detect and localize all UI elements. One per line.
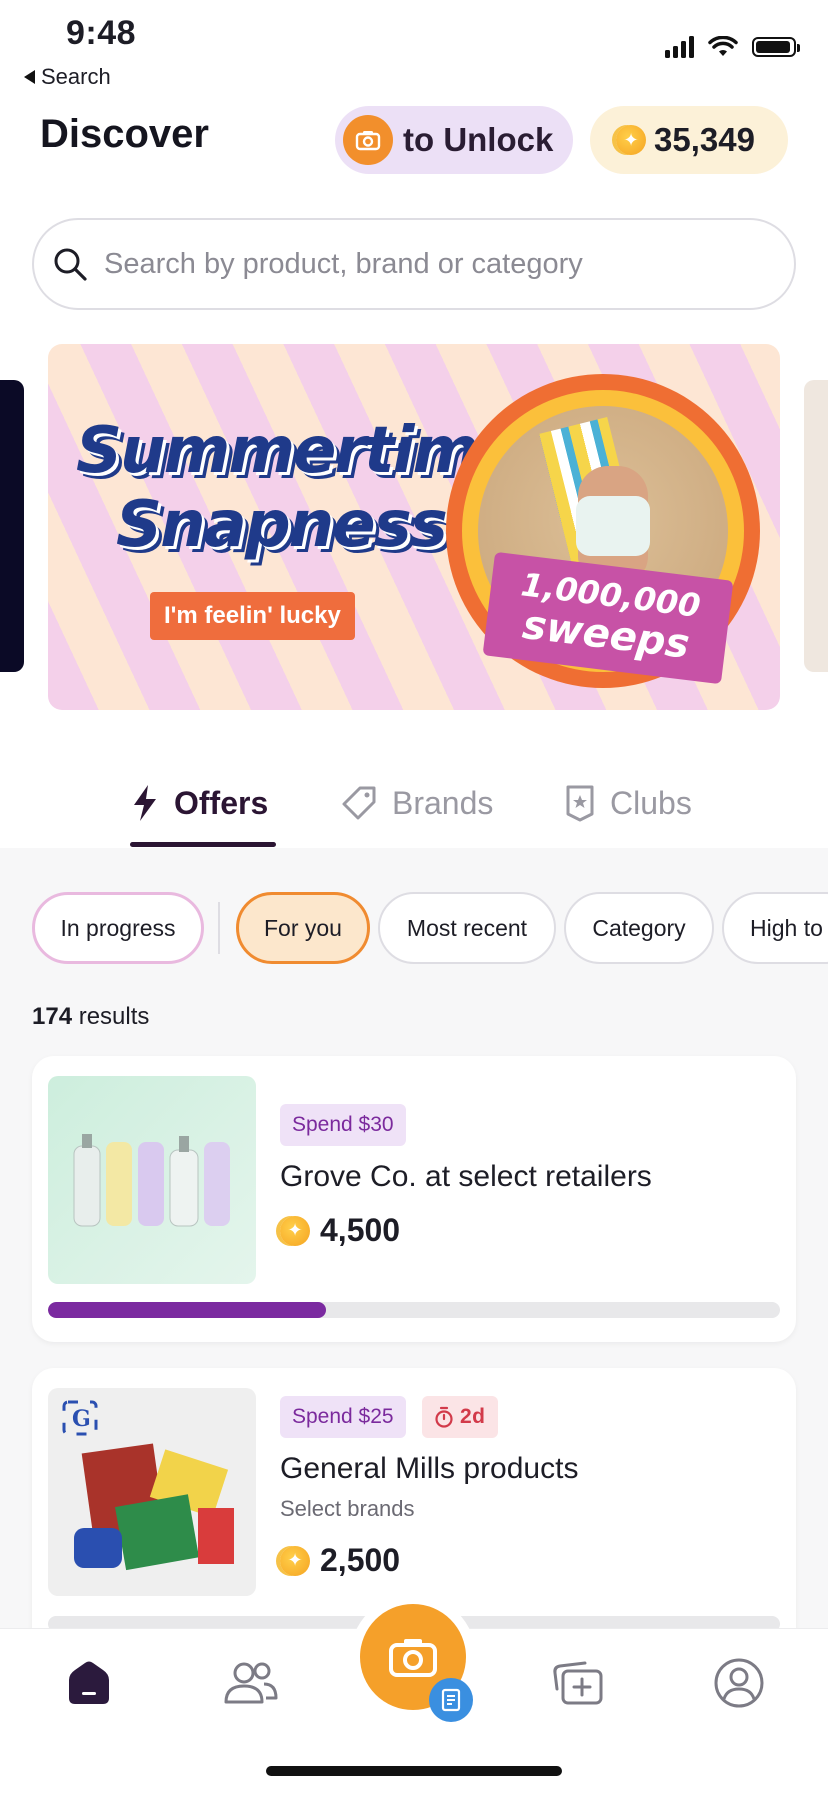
offer-points: ✦ 2,500 [280,1542,400,1579]
banner-title-line1: Summertime [76,414,521,488]
offer-points-value: 2,500 [320,1542,401,1578]
points-coin-icon: ✦ [616,125,646,155]
search-bar[interactable] [32,218,796,310]
unlock-button[interactable]: to Unlock [335,106,573,174]
back-label: Search [41,64,111,89]
nav-rewards[interactable] [544,1648,614,1718]
page-title: Discover [40,112,209,156]
filter-for-you[interactable]: For you [236,892,370,964]
filter-category[interactable]: Category [564,892,714,964]
time-left-value: 2d [460,1405,486,1428]
tab-clubs[interactable]: Clubs [564,760,692,846]
time-left-tag: 2d [422,1396,498,1438]
nav-profile[interactable] [704,1648,774,1718]
offer-image-grove [48,1076,256,1284]
receipt-badge-icon [429,1678,473,1722]
feelin-lucky-button[interactable]: I'm feelin' lucky [150,592,355,640]
cellular-signal-icon [665,36,694,58]
status-time: 9:48 [66,14,137,52]
camera-icon [389,1639,437,1677]
tab-brands-label: Brands [392,784,494,821]
lightning-icon [134,785,156,821]
unlock-label: to Unlock [403,121,554,158]
home-icon [69,1661,109,1704]
points-balance-button[interactable]: ✦ 35,349 [590,106,788,174]
tab-offers[interactable]: Offers [130,760,268,846]
points-coin-icon: ✦ [280,1215,310,1246]
promo-banner[interactable]: Summertime Snapness I'm feelin' lucky 1,… [48,344,780,710]
filter-in-progress[interactable]: In progress [32,892,204,964]
carousel-previous-card[interactable] [0,380,24,672]
search-icon [54,248,87,281]
offer-title: General Mills products [280,1452,579,1485]
search-input[interactable] [102,246,766,282]
offer-title: Grove Co. at select retailers [280,1160,652,1193]
tab-bar: Offers Brands Clubs [0,760,828,848]
filter-divider [218,902,220,954]
camera-icon [343,115,393,165]
offer-progress-fill [48,1302,327,1318]
timer-icon [435,1406,453,1428]
filter-high-to[interactable]: High to [722,892,828,964]
status-icons [665,36,800,58]
nav-home[interactable] [54,1648,124,1718]
results-count: 174 results [32,1003,149,1031]
rewards-card-icon [553,1661,603,1705]
filter-most-recent[interactable]: Most recent [378,892,556,964]
points-balance: 35,349 [654,121,755,158]
tab-brands[interactable]: Brands [340,760,493,846]
profile-icon [714,1658,764,1708]
offer-image-general-mills: G [48,1388,256,1596]
people-icon [224,1662,278,1704]
svg-text:G: G [72,1406,91,1432]
spend-tag: Spend $25 [280,1396,406,1438]
results-number: 174 [32,1003,73,1030]
active-tab-indicator [130,842,276,847]
club-badge-icon [566,785,594,822]
spend-tag: Spend $30 [280,1104,406,1146]
carousel-next-card[interactable] [804,380,828,672]
offer-card-grove[interactable]: Spend $30 Grove Co. at select retailers … [32,1056,796,1342]
back-to-search-link[interactable]: Search [24,64,111,90]
results-label: results [78,1003,150,1030]
wifi-icon [708,36,738,56]
offer-progress-bar [48,1302,780,1318]
offer-points-value: 4,500 [320,1212,401,1248]
battery-icon [752,37,800,57]
tab-clubs-label: Clubs [610,784,692,821]
home-indicator [266,1766,562,1776]
offer-points: ✦ 4,500 [280,1212,400,1249]
offer-subtitle: Select brands [280,1496,415,1521]
tag-icon [342,786,376,820]
nav-friends[interactable] [216,1648,286,1718]
tab-offers-label: Offers [174,784,269,821]
back-arrow-icon [24,70,35,84]
points-coin-icon: ✦ [280,1545,310,1576]
